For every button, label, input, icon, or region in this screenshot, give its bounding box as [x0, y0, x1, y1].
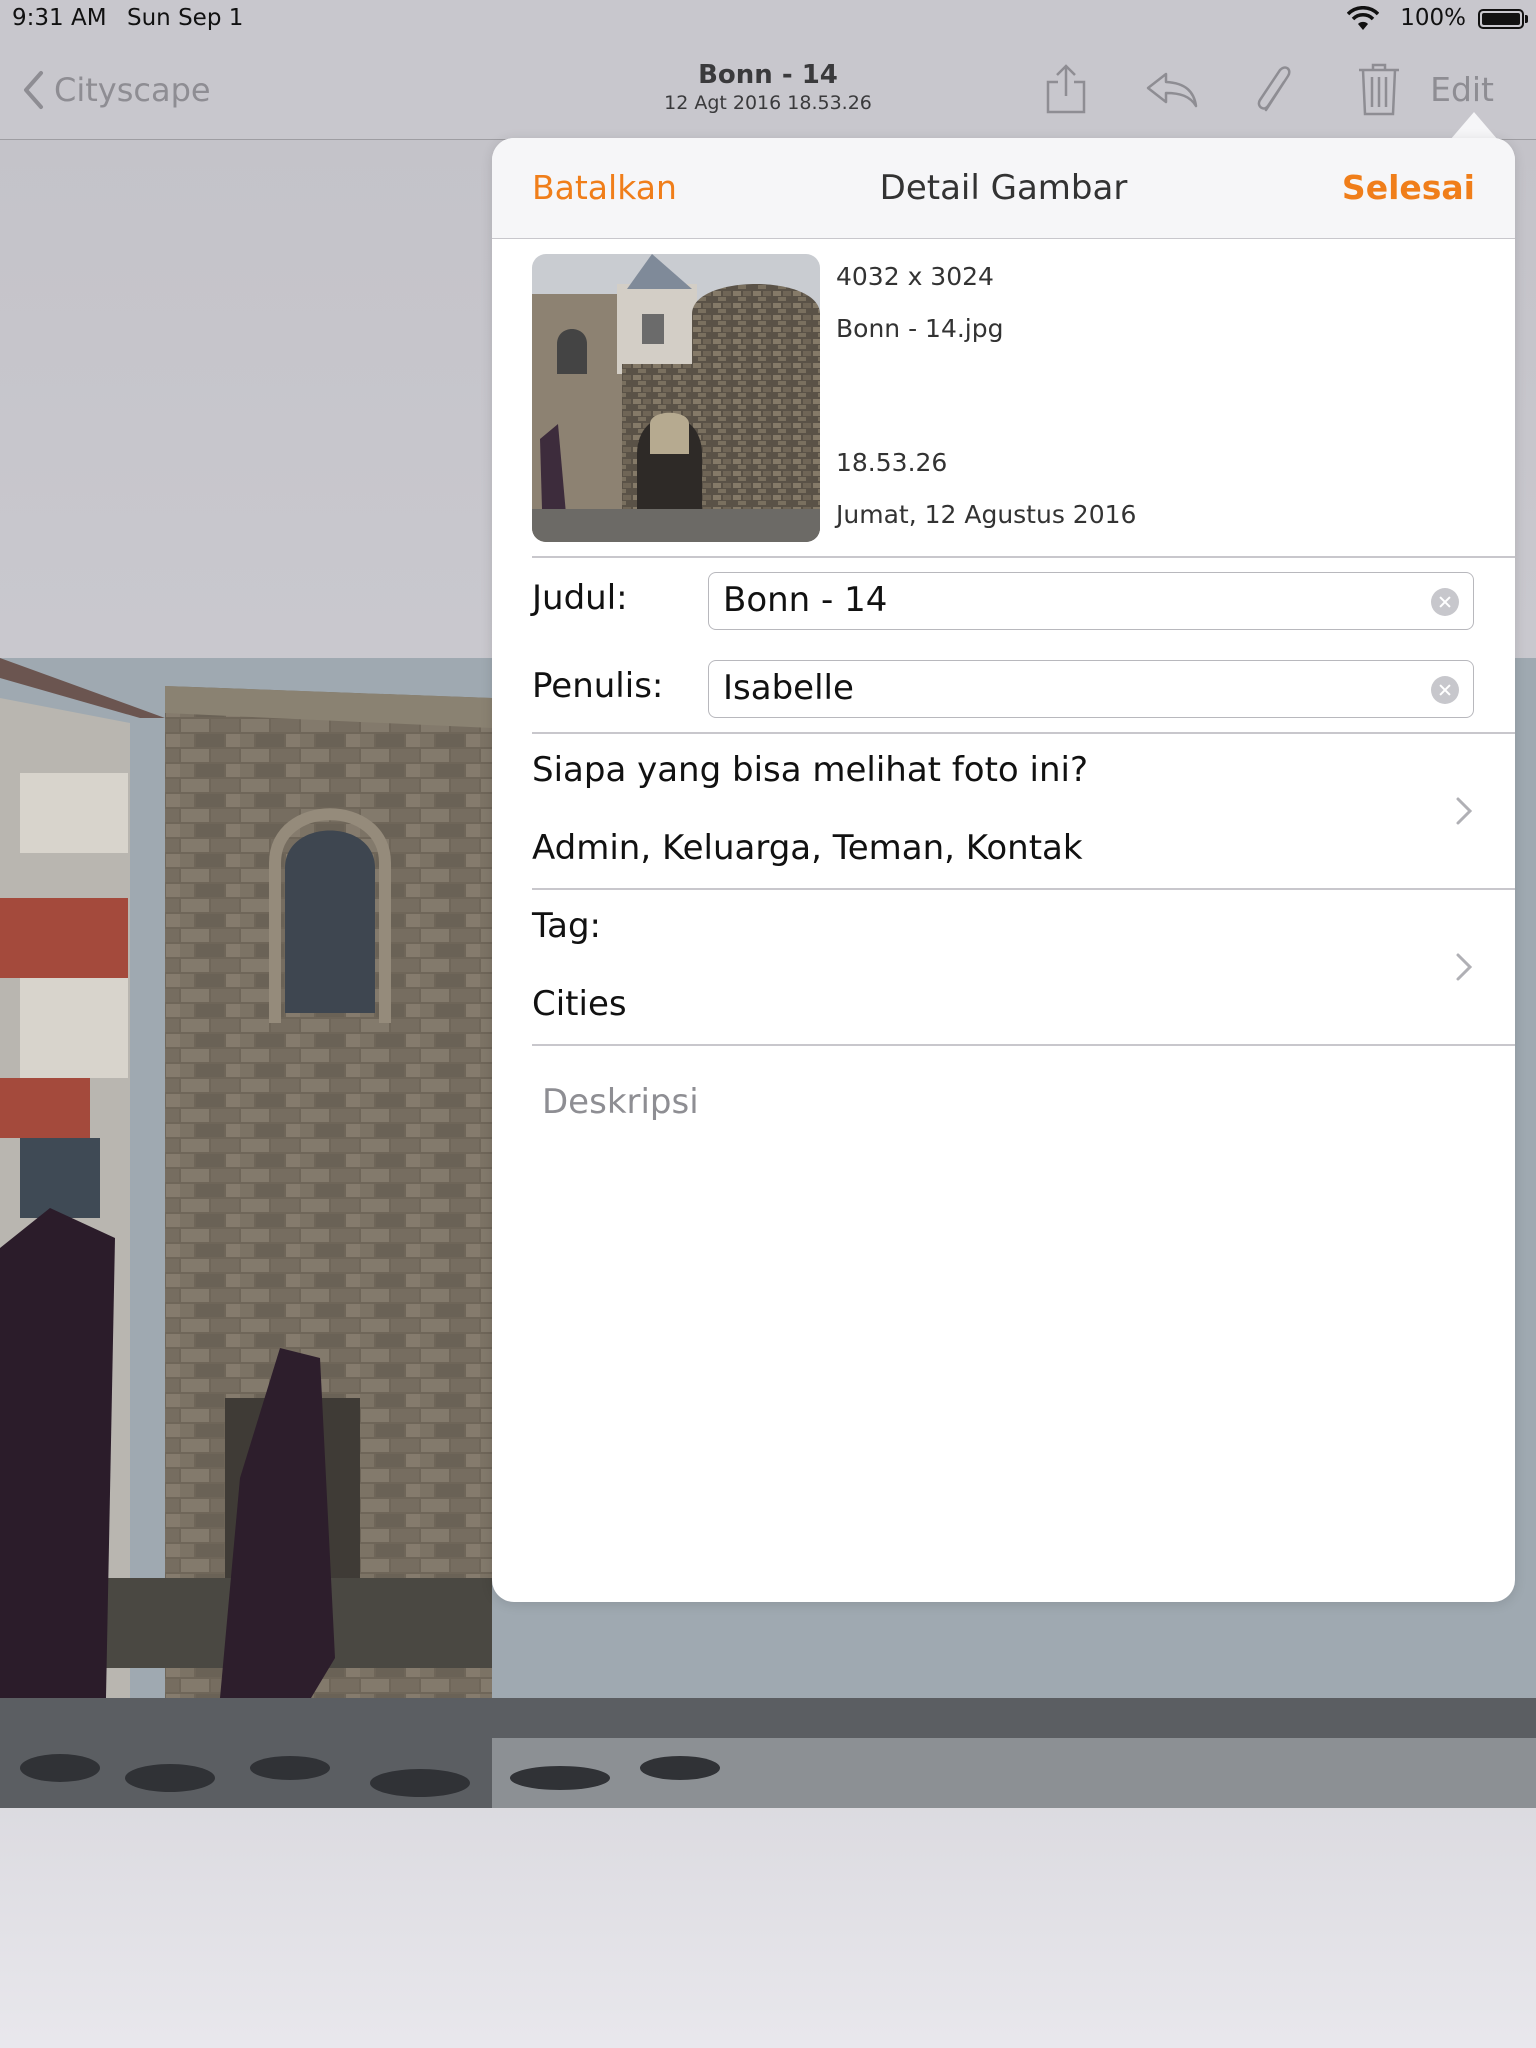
back-button[interactable]: Cityscape — [22, 66, 211, 114]
visibility-value: Admin, Keluarga, Teman, Kontak — [532, 828, 1083, 868]
popover-arrow — [1450, 112, 1498, 140]
reply-icon[interactable] — [1144, 62, 1200, 116]
top-bar: 9:31 AM Sun Sep 1 100% Cityscape Bonn - … — [0, 0, 1536, 140]
visibility-label: Siapa yang bisa melihat foto ini? — [532, 750, 1089, 790]
separator — [532, 888, 1515, 890]
title-field[interactable]: Bonn - 14 — [708, 572, 1474, 630]
clear-author-icon[interactable] — [1431, 676, 1459, 704]
status-bar: 9:31 AM Sun Sep 1 100% — [0, 0, 1536, 40]
author-field[interactable]: Isabelle — [708, 660, 1474, 718]
done-button[interactable]: Selesai — [1342, 168, 1475, 207]
page-subtitle: 12 Agt 2016 18.53.26 — [664, 92, 872, 114]
status-date: Sun Sep 1 — [127, 5, 244, 31]
battery-icon — [1478, 9, 1528, 29]
image-time: 18.53.26 — [836, 448, 948, 477]
image-dimensions: 4032 x 3024 — [836, 262, 994, 291]
attachment-icon[interactable] — [1252, 62, 1300, 116]
edit-button[interactable]: Edit — [1430, 70, 1494, 109]
page-title: Bonn - 14 — [698, 60, 838, 90]
status-time: 9:31 AM — [12, 5, 107, 31]
chevron-left-icon — [24, 71, 43, 109]
chevron-right-icon — [1456, 953, 1473, 981]
nav-title-block: Bonn - 14 12 Agt 2016 18.53.26 — [600, 60, 936, 114]
description-textarea[interactable]: Deskripsi — [542, 1082, 699, 1122]
back-label: Cityscape — [54, 71, 211, 109]
wifi-icon — [1347, 6, 1379, 30]
title-value: Bonn - 14 — [723, 580, 888, 620]
author-value: Isabelle — [723, 668, 854, 708]
separator — [532, 556, 1515, 558]
tags-label: Tag: — [532, 906, 602, 946]
author-label: Penulis: — [532, 666, 664, 706]
separator — [532, 1044, 1515, 1046]
tags-value: Cities — [532, 984, 627, 1024]
popover-header: Batalkan Detail Gambar Selesai — [492, 138, 1515, 239]
battery-percent: 100% — [1400, 5, 1466, 31]
clear-title-icon[interactable] — [1431, 588, 1459, 616]
title-label: Judul: — [532, 578, 628, 618]
image-filename: Bonn - 14.jpg — [836, 314, 1004, 343]
share-icon[interactable] — [1042, 62, 1090, 116]
image-date: Jumat, 12 Agustus 2016 — [836, 500, 1137, 529]
trash-icon[interactable] — [1355, 62, 1403, 116]
chevron-right-icon — [1456, 797, 1473, 825]
image-thumbnail — [532, 254, 820, 542]
separator — [532, 732, 1515, 734]
image-detail-popover: Batalkan Detail Gambar Selesai 4032 x 30… — [492, 138, 1515, 1602]
